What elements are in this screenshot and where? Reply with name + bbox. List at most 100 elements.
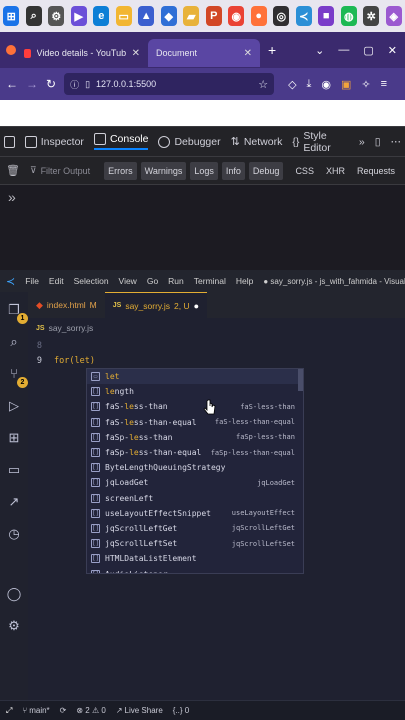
tab-document[interactable]: Document ✕ [148, 39, 260, 67]
photos-icon[interactable]: ▲ [138, 6, 155, 26]
branch-name[interactable]: main* [29, 706, 49, 715]
suggestion-item[interactable]: [] AudioListener [87, 566, 303, 573]
close-icon[interactable]: ✕ [244, 48, 252, 59]
suggestion-item[interactable]: [] useLayoutEffectSnippet useLayoutEffect [87, 506, 303, 521]
suggestion-item[interactable]: [] ByteLengthQueuingStrategy [87, 460, 303, 475]
settings-icon-2[interactable]: ✲ [363, 6, 380, 26]
close-icon[interactable]: ✕ [132, 48, 140, 59]
menu-edit[interactable]: Edit [49, 276, 64, 286]
tab-youtube-studio[interactable]: Video details - YouTube Studio ✕ [16, 39, 148, 67]
accounts-icon[interactable]: ◯ [6, 586, 22, 602]
tab-style-editor[interactable]: {} Style Editor [292, 130, 349, 154]
search-icon[interactable]: ⌕ [25, 6, 42, 26]
spotify-icon[interactable]: ◍ [340, 6, 357, 26]
suggestion-item[interactable]: [] length [87, 384, 303, 399]
windows-icon[interactable]: ⊞ [3, 6, 20, 26]
edge-icon[interactable]: e [93, 6, 110, 26]
explorer-icon[interactable]: ▭ [115, 6, 132, 26]
console-input-area[interactable]: » [0, 184, 405, 270]
menu-run[interactable]: Run [168, 276, 184, 286]
suggestion-item[interactable]: [] jqLoadGet jqLoadGet [87, 475, 303, 490]
suggestion-item[interactable]: [] faSp-less-than faSp-less-than [87, 430, 303, 445]
filter-errors[interactable]: Errors [104, 161, 137, 180]
list-all-tabs-icon[interactable]: ⌄ [315, 44, 324, 57]
extensions-icon[interactable]: ⊞ [6, 430, 22, 446]
suggestion-item[interactable]: [] faS-less-than-equal faS-less-than-equal [87, 415, 303, 430]
manage-gear-icon[interactable]: ⚙ [6, 618, 22, 634]
live-share-icon[interactable]: ↗ [6, 494, 22, 510]
suggest-scrollbar[interactable] [298, 369, 303, 391]
tab-say-sorry-js[interactable]: JS say_sorry.js 2, U ● [104, 292, 208, 318]
trash-icon[interactable]: 🗑 [6, 164, 20, 177]
tab-console[interactable]: Console [93, 133, 149, 150]
puzzle-icon[interactable]: ✧ [361, 78, 370, 91]
url-bar[interactable]: ⓘ ▯ 127.0.0.1:5500 ☆ [64, 73, 275, 95]
suggestion-item[interactable]: [] faSp-less-than-equal faSp-less-than-equ… [87, 445, 303, 460]
element-picker-icon[interactable] [4, 135, 15, 148]
menu-icon[interactable]: ≡ [381, 78, 387, 91]
pocket-icon[interactable]: ◇ [288, 78, 296, 91]
firefox-menu-icon[interactable] [6, 45, 16, 55]
menu-file[interactable]: File [25, 276, 39, 286]
menu-terminal[interactable]: Terminal [194, 276, 226, 286]
suggestion-item[interactable]: [] faS-less-than faS-less-than [87, 399, 303, 414]
new-tab-button[interactable]: + [268, 42, 276, 58]
maximize-icon[interactable]: ▢ [363, 44, 373, 57]
timeline-icon[interactable]: ◷ [6, 526, 22, 542]
filter-debug[interactable]: Debug [248, 161, 284, 180]
filter-requests[interactable]: Requests [353, 162, 399, 180]
filter-logs[interactable]: Logs [190, 161, 218, 180]
remote-explorer-icon[interactable]: ▭ [6, 462, 22, 478]
braces-status[interactable]: {..} 0 [173, 706, 189, 715]
explorer-icon[interactable]: ❐ 1 [6, 302, 28, 324]
run-debug-icon[interactable]: ▷ [6, 398, 22, 414]
menu-help[interactable]: Help [236, 276, 253, 286]
back-icon[interactable]: ← [6, 77, 18, 91]
tab-inspector[interactable]: Inspector [24, 135, 84, 148]
sync-icon[interactable]: ⟳ [60, 706, 67, 715]
suggestion-item[interactable]: ▭ let [87, 369, 303, 385]
tab-network[interactable]: ⇅ Network [231, 135, 283, 149]
minimize-icon[interactable]: — [338, 44, 349, 57]
bookmark-star-icon[interactable]: ☆ [258, 78, 268, 91]
ppt-icon[interactable]: P [205, 6, 222, 26]
firefox-icon[interactable]: ● [250, 6, 267, 26]
menu-view[interactable]: View [119, 276, 137, 286]
menu-go[interactable]: Go [147, 276, 158, 286]
more-tabs-icon[interactable]: » [359, 136, 365, 148]
close-window-icon[interactable]: ✕ [388, 44, 397, 57]
settings-icon[interactable]: ⚙ [48, 6, 65, 26]
responsive-icon[interactable]: ▯ [375, 136, 381, 148]
menu-selection[interactable]: Selection [74, 276, 109, 286]
code-editor[interactable]: 8 9 for(let) [28, 338, 405, 368]
store-icon[interactable]: ◆ [160, 6, 177, 26]
folder-icon[interactable]: ▰ [183, 6, 200, 26]
reload-icon[interactable]: ↻ [46, 77, 56, 91]
obs-icon[interactable]: ◎ [273, 6, 290, 26]
more-options-icon[interactable]: ⋯ [391, 136, 402, 148]
tab-debugger[interactable]: Debugger [158, 135, 221, 148]
suggestion-item[interactable]: [] jqScrollLeftSet jqScrollLeftSet [87, 536, 303, 551]
download-icon[interactable]: ⤓ [307, 78, 312, 91]
problems-indicator[interactable]: ⊗ 2 ⚠ 0 [76, 706, 105, 715]
suggestion-item[interactable]: [] screenLeft [87, 491, 303, 506]
source-control-icon[interactable]: ⑂ 2 [6, 366, 28, 388]
vscode-icon[interactable]: ≺ [295, 6, 312, 26]
chrome-icon[interactable]: ◉ [228, 6, 245, 26]
suggestion-item[interactable]: [] jqScrollLeftGet jqScrollLeftGet [87, 521, 303, 536]
breadcrumb-file[interactable]: say_sorry.js [49, 323, 94, 333]
forward-icon[interactable]: → [26, 77, 38, 91]
suggestion-item[interactable]: [] HTMLDataListElement [87, 551, 303, 566]
filter-xhr[interactable]: XHR [322, 162, 349, 180]
filter-warnings[interactable]: Warnings [140, 161, 187, 180]
app-icon[interactable]: ◈ [385, 6, 402, 26]
search-icon[interactable]: ⌕ [6, 334, 22, 350]
remote-icon[interactable]: ⤢ [6, 706, 12, 716]
extension-icon[interactable]: ▣ [341, 78, 351, 91]
filter-output-input[interactable]: Filter Output [41, 166, 101, 176]
media-icon[interactable]: ▶ [70, 6, 87, 26]
tab-index-html[interactable]: ◆ index.html M [28, 292, 105, 318]
video-icon[interactable]: ■ [318, 6, 335, 26]
unsaved-dot-icon[interactable]: ● [194, 301, 199, 311]
account-icon[interactable]: ◉ [321, 78, 331, 91]
